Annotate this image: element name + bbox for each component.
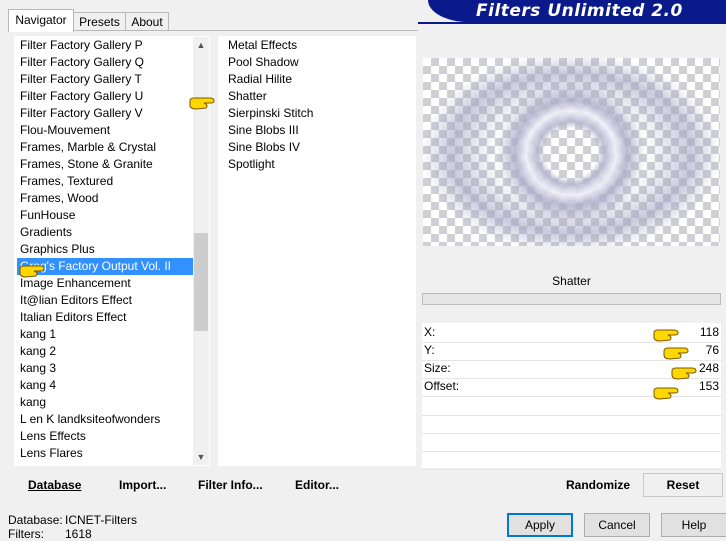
filter-item[interactable]: Pool Shadow — [225, 54, 405, 71]
category-item[interactable]: Gradients — [17, 224, 193, 241]
category-item[interactable]: Filter Factory Gallery U — [17, 88, 193, 105]
filter-item[interactable]: Sine Blobs IV — [225, 139, 405, 156]
tab-presets[interactable]: Presets — [73, 12, 126, 31]
pointer-hand-icon — [653, 387, 679, 400]
category-item[interactable]: Filter Factory Gallery Q — [17, 54, 193, 71]
filter-item[interactable]: Sine Blobs III — [225, 122, 405, 139]
scroll-thumb[interactable] — [194, 233, 208, 331]
app-title: Filters Unlimited 2.0 — [476, 1, 683, 21]
filter-item[interactable]: Radial Hilite — [225, 71, 405, 88]
filter-list[interactable]: Metal Effects Pool Shadow Radial Hilite Sha… — [225, 37, 405, 173]
pointer-hand-icon — [671, 367, 697, 380]
param-label: Size: — [424, 361, 451, 375]
pointer-hand-icon — [663, 347, 689, 360]
category-item[interactable]: Filter Factory Gallery V — [17, 105, 193, 122]
param-label: Y: — [424, 343, 435, 357]
param-value[interactable]: 118 — [700, 325, 719, 339]
help-button[interactable]: Help — [661, 513, 726, 537]
category-item[interactable]: Flou-Mouvement — [17, 122, 193, 139]
tab-navigator[interactable]: Navigator — [8, 9, 74, 32]
filter-item[interactable]: Shatter — [225, 88, 405, 105]
category-item[interactable]: Lens Effects — [17, 428, 193, 445]
cancel-button[interactable]: Cancel — [584, 513, 650, 537]
param-row-empty — [422, 451, 721, 470]
category-item[interactable]: It@lian Editors Effect — [17, 292, 193, 309]
param-value[interactable]: 76 — [706, 343, 719, 357]
import-button[interactable]: Import... — [119, 478, 166, 492]
category-item[interactable]: Frames, Wood — [17, 190, 193, 207]
category-item[interactable]: Lens Flares — [17, 445, 193, 462]
pointer-hand-icon — [189, 97, 215, 110]
param-value[interactable]: 248 — [699, 361, 719, 375]
database-value: ICNET-Filters — [65, 513, 137, 527]
param-label: Offset: — [424, 379, 460, 393]
param-value[interactable]: 153 — [699, 379, 719, 393]
apply-button[interactable]: Apply — [507, 513, 573, 537]
param-label: X: — [424, 325, 436, 339]
param-row-empty — [422, 433, 721, 452]
category-item[interactable]: Italian Editors Effect — [17, 309, 193, 326]
database-label: Database: — [8, 513, 63, 527]
scroll-down-icon[interactable]: ▼ — [193, 449, 209, 465]
category-item[interactable]: Filter Factory Gallery P — [17, 37, 193, 54]
category-item[interactable]: L en K landksiteofwonders — [17, 411, 193, 428]
category-item[interactable]: kang 2 — [17, 343, 193, 360]
category-item[interactable]: Frames, Stone & Granite — [17, 156, 193, 173]
tab-about[interactable]: About — [125, 12, 169, 31]
category-list-panel: Filter Factory Gallery P Filter Factory G… — [14, 36, 210, 466]
filter-list-panel: Metal Effects Pool Shadow Radial Hilite Sha… — [218, 36, 416, 466]
category-item[interactable]: kang 3 — [17, 360, 193, 377]
filters-label: Filters: — [8, 527, 44, 541]
preview-image — [423, 58, 720, 246]
category-item[interactable]: kang 1 — [17, 326, 193, 343]
category-item[interactable]: kang 4 — [17, 377, 193, 394]
filter-item[interactable]: Sierpinski Stitch — [225, 105, 405, 122]
scroll-up-icon[interactable]: ▲ — [193, 37, 209, 53]
shatter-effect-preview — [423, 58, 720, 246]
category-item[interactable]: Frames, Marble & Crystal — [17, 139, 193, 156]
category-item[interactable]: Filter Factory Gallery T — [17, 71, 193, 88]
randomize-button[interactable]: Randomize — [566, 478, 630, 492]
header-rule — [418, 22, 726, 24]
pointer-hand-icon — [653, 329, 679, 342]
category-item[interactable]: kang — [17, 394, 193, 411]
filters-count: 1618 — [65, 527, 92, 541]
database-button[interactable]: Database — [28, 478, 81, 492]
filter-item[interactable]: Metal Effects — [225, 37, 405, 54]
category-item[interactable]: Graphics Plus — [17, 241, 193, 258]
pointer-hand-icon — [19, 265, 45, 278]
param-row-empty — [422, 415, 721, 434]
category-item[interactable]: FunHouse — [17, 207, 193, 224]
category-list[interactable]: Filter Factory Gallery P Filter Factory G… — [17, 37, 193, 462]
category-item[interactable]: Frames, Textured — [17, 173, 193, 190]
reset-button[interactable]: Reset — [643, 473, 723, 497]
editor-button[interactable]: Editor... — [295, 478, 339, 492]
progress-bar — [422, 293, 721, 305]
filter-info-button[interactable]: Filter Info... — [198, 478, 263, 492]
filter-item[interactable]: Spotlight — [225, 156, 405, 173]
filter-name-label: Shatter — [422, 270, 721, 292]
